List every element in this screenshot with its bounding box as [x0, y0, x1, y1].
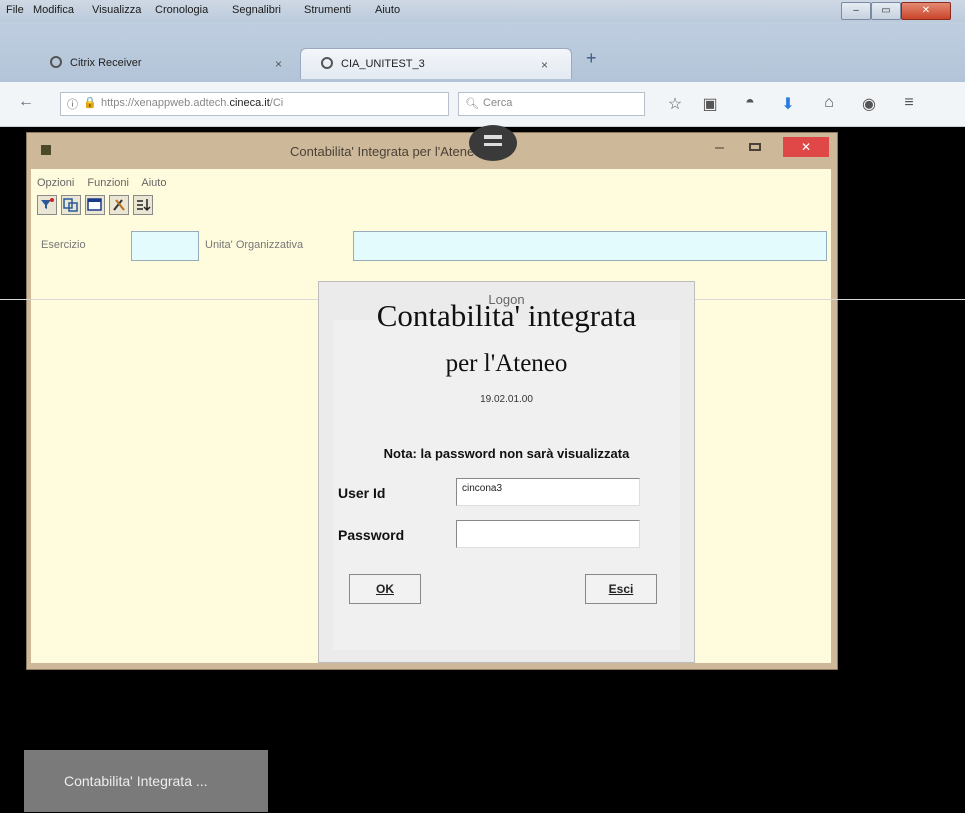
ok-button[interactable]: OK: [349, 574, 421, 604]
citrix-icon: [50, 56, 62, 68]
tab-label: CIA_UNITEST_3: [341, 58, 425, 70]
filter-icon[interactable]: [37, 195, 57, 215]
browser-menubar: File Modifica Visualizza Cronologia Segn…: [0, 0, 965, 22]
esercizio-input[interactable]: [131, 231, 199, 261]
menu-cronologia[interactable]: Cronologia: [155, 4, 208, 16]
url-text: https://xenappweb.adtech.cineca.it/Ci: [101, 97, 284, 109]
user-id-label: User Id: [338, 485, 386, 501]
app-menu-opzioni[interactable]: Opzioni: [37, 177, 74, 189]
password-note: Nota: la password non sarà visualizzata: [383, 446, 630, 461]
maximize-button[interactable]: ▭: [871, 2, 901, 20]
tab-citrix-receiver[interactable]: Citrix Receiver ×: [30, 48, 300, 78]
app-menubar: Opzioni Funzioni Aiuto: [37, 177, 176, 189]
window-controls: – ▭ ✕: [841, 2, 953, 20]
menu-segnalibri[interactable]: Segnalibri: [232, 4, 281, 16]
unita-organizzativa-input[interactable]: [353, 231, 827, 261]
tools-icon[interactable]: [109, 195, 129, 215]
extension-icon[interactable]: ◉: [858, 94, 880, 114]
sort-icon[interactable]: [133, 195, 153, 215]
close-tab-icon[interactable]: ×: [541, 58, 548, 72]
version-label: 19.02.01.00: [480, 394, 533, 405]
window-icon[interactable]: [85, 195, 105, 215]
citrix-icon: [321, 57, 333, 69]
menu-modifica[interactable]: Modifica: [33, 4, 74, 16]
menu-file[interactable]: File: [6, 4, 24, 16]
filter-fields: Esercizio Unita' Organizzativa: [37, 231, 827, 265]
close-tab-icon[interactable]: ×: [275, 57, 282, 71]
app-maximize-button[interactable]: [749, 143, 761, 151]
menu-aiuto[interactable]: Aiuto: [375, 4, 400, 16]
logon-dialog: Logon Contabilita' integrata per l'Atene…: [318, 281, 695, 663]
app-minimize-button[interactable]: –: [715, 139, 724, 157]
copy-icon[interactable]: [61, 195, 81, 215]
tab-strip: Citrix Receiver × CIA_UNITEST_3 × +: [0, 22, 965, 82]
reading-list-icon[interactable]: ▣: [699, 94, 721, 114]
esci-button[interactable]: Esci: [585, 574, 657, 604]
download-icon[interactable]: ⬇: [777, 94, 799, 114]
bookmark-star-icon[interactable]: ☆: [664, 94, 686, 114]
url-bar[interactable]: ⓘ 🔒 https://xenappweb.adtech.cineca.it/C…: [60, 92, 479, 116]
esercizio-label: Esercizio: [41, 239, 86, 251]
app-icon: [41, 145, 51, 155]
logon-heading: Contabilita' integrata: [376, 298, 637, 333]
app-menu-aiuto[interactable]: Aiuto: [141, 177, 166, 189]
search-icon: 🔍︎: [465, 98, 479, 110]
taskbar-app-label: Contabilita' Integrata ...: [64, 773, 208, 789]
close-button[interactable]: ✕: [901, 2, 951, 20]
app-titlebar: Contabilita' Integrata per l'Ateneo – ✕: [27, 125, 837, 169]
menu-strumenti[interactable]: Strumenti: [304, 4, 351, 16]
taskbar-app-button[interactable]: Contabilita' Integrata ...: [24, 750, 268, 812]
browser-window: File Modifica Visualizza Cronologia Segn…: [0, 0, 965, 813]
user-id-input[interactable]: cincona3: [456, 478, 640, 506]
search-placeholder: Cerca: [483, 97, 513, 109]
app-title: Contabilita' Integrata per l'Ateneo: [290, 144, 482, 159]
password-label: Password: [338, 527, 405, 543]
menu-visualizza[interactable]: Visualizza: [92, 4, 141, 16]
minimize-button[interactable]: –: [841, 2, 871, 20]
logon-subheading: per l'Ateneo: [445, 350, 568, 377]
home-icon[interactable]: ⌂: [818, 94, 840, 112]
back-arrow-icon[interactable]: ←: [18, 93, 38, 113]
tab-label: Citrix Receiver: [70, 57, 142, 69]
new-tab-icon[interactable]: +: [586, 48, 597, 69]
pocket-icon[interactable]: ◓: [739, 94, 761, 112]
app-menu-funzioni[interactable]: Funzioni: [87, 177, 129, 189]
search-input[interactable]: 🔍︎ Cerca: [458, 92, 645, 116]
navigation-bar: ← ⓘ 🔒 https://xenappweb.adtech.cineca.it…: [0, 82, 965, 127]
lock-icon: 🔒: [83, 97, 97, 109]
unita-organizzativa-label: Unita' Organizzativa: [205, 239, 304, 251]
app-close-button[interactable]: ✕: [783, 137, 829, 157]
menu-hamburger-icon[interactable]: ≡: [898, 94, 920, 112]
info-icon[interactable]: ⓘ: [67, 96, 78, 112]
tab-cia-unitest[interactable]: CIA_UNITEST_3 ×: [300, 48, 572, 79]
password-input[interactable]: [456, 520, 640, 548]
citrix-toolbar-handle-icon[interactable]: [469, 125, 517, 161]
